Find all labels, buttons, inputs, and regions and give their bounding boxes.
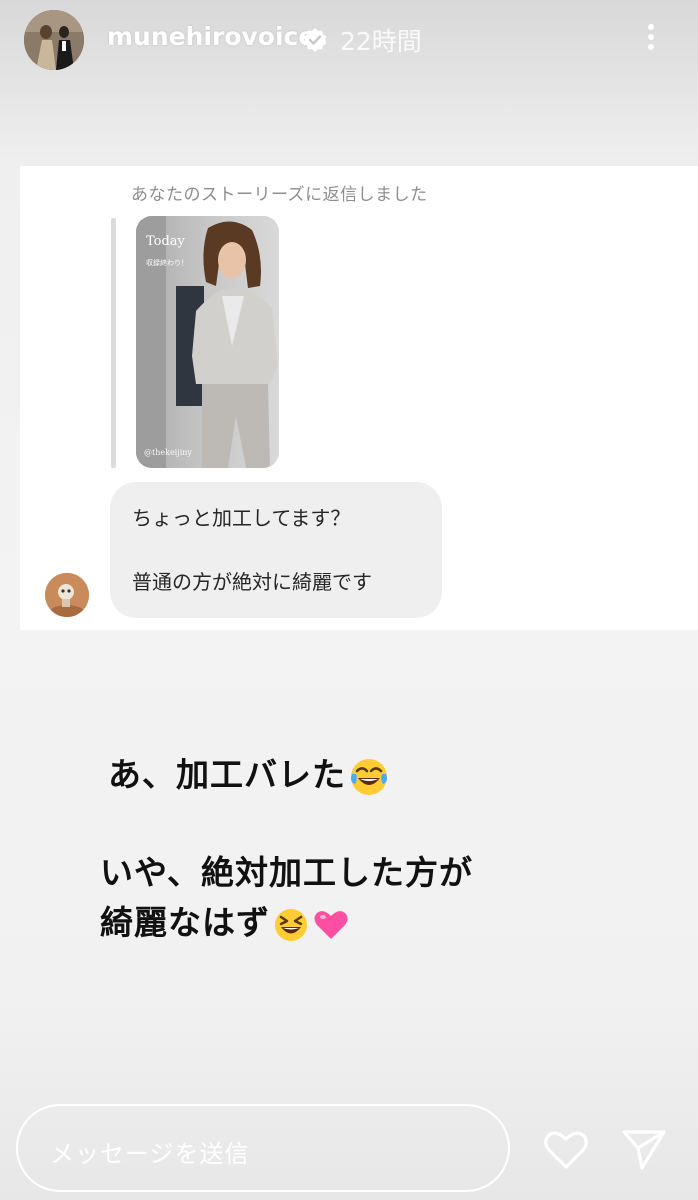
story-header: munehirovoice 22時間: [0, 0, 698, 80]
story-thumbnail: Today 収録終わり！ @thekeijiny: [136, 216, 279, 468]
send-icon[interactable]: [620, 1126, 668, 1172]
dm-screenshot: あなたのストーリーズに返信しました Today 収録終わり！ @thekeiji…: [20, 166, 698, 630]
username[interactable]: munehirovoice: [107, 22, 315, 51]
quote-bar: [111, 218, 116, 468]
pink-heart-icon: [314, 910, 348, 939]
overlay-text-line: あ、加工バレた: [108, 748, 390, 798]
message-line: 普通の方が絶対に綺麗です: [132, 570, 372, 594]
message-input[interactable]: メッセージを送信: [16, 1104, 510, 1192]
overlay-text-line: いや、絶対加工した方が: [100, 853, 474, 892]
reply-caption: あなたのストーリーズに返信しました: [131, 185, 428, 205]
more-options-icon[interactable]: [640, 20, 662, 60]
thumb-credit: @thekeijiny: [144, 448, 192, 457]
message-bubble: ちょっと加工してます？ 普通の方が絶対に綺麗です: [110, 482, 442, 618]
message-placeholder: メッセージを送信: [50, 1140, 250, 1168]
grinning-squinting-face-icon: [275, 908, 307, 941]
thumb-title: Today: [146, 234, 185, 249]
face-with-tears-of-joy-icon: [351, 758, 387, 795]
overlay-text-line: 綺麗なはず: [100, 896, 350, 944]
profile-avatar[interactable]: [24, 10, 84, 70]
thumb-subtitle: 収録終わり！: [146, 259, 188, 267]
message-line: ちょっと加工してます？: [132, 506, 351, 530]
sender-avatar: [45, 573, 89, 617]
story-screen: munehirovoice 22時間 あなたのストーリーズに返信しました Tod…: [0, 0, 698, 1200]
post-time: 22時間: [340, 27, 422, 56]
verified-badge-icon: [303, 28, 327, 52]
heart-icon[interactable]: [542, 1127, 590, 1171]
